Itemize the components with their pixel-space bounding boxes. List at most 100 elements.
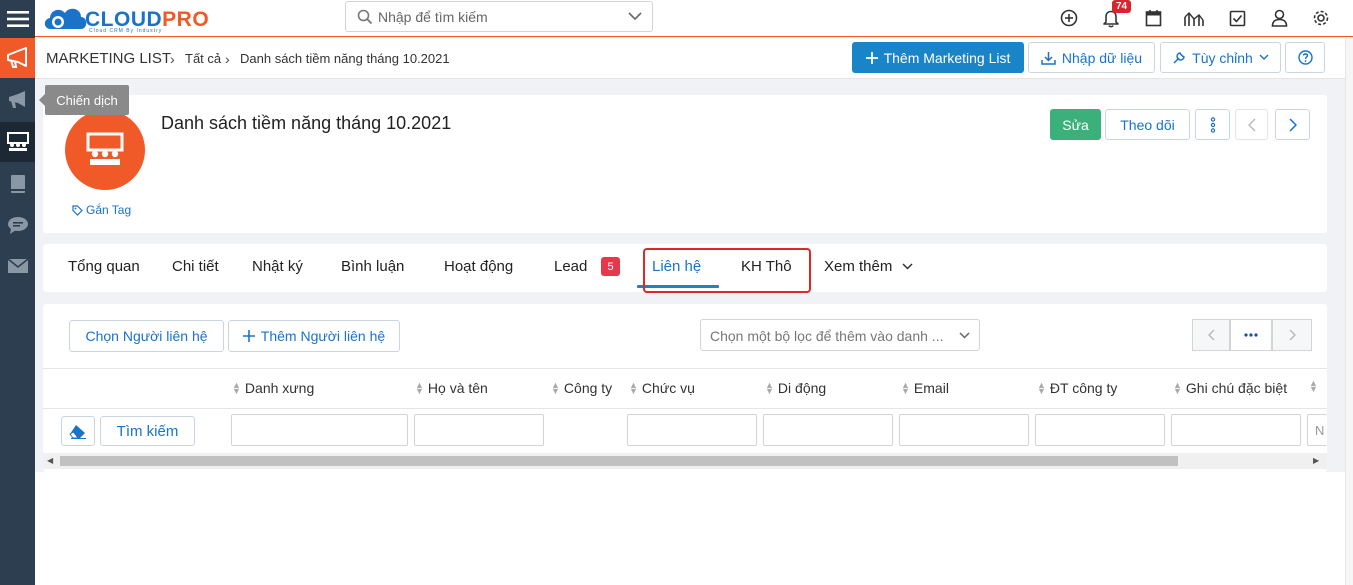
sort-icon: ▲ ▼ — [232, 380, 241, 396]
tab-lead[interactable]: Lead — [554, 258, 587, 275]
search-icon — [357, 9, 373, 25]
column-header-email[interactable]: ▲ ▼ Email — [901, 380, 949, 396]
group-icon — [86, 132, 124, 165]
more-vertical-icon — [1210, 116, 1215, 133]
sidebar-item-marketing[interactable] — [0, 38, 35, 78]
hamburger-menu-icon[interactable] — [0, 0, 35, 38]
sidebar-item-knowledge[interactable] — [0, 164, 35, 204]
download-icon — [1041, 51, 1056, 65]
tab-detail[interactable]: Chi tiết — [172, 258, 219, 275]
sort-icon: ▲ ▼ — [901, 380, 910, 396]
plus-icon — [242, 330, 255, 342]
help-icon — [1297, 50, 1313, 65]
horizontal-scrollbar[interactable]: ◀ ▶ — [43, 453, 1327, 469]
left-sidebar — [0, 0, 35, 585]
search-input[interactable] — [378, 7, 618, 27]
tab-activity[interactable]: Hoạt động — [444, 258, 513, 275]
previous-record-button[interactable] — [1235, 109, 1268, 140]
sidebar-item-mail[interactable] — [0, 246, 35, 286]
add-marketing-list-button[interactable]: Thêm Marketing List — [852, 42, 1024, 73]
sidebar-item-chat[interactable] — [0, 205, 35, 245]
column-header-position[interactable]: ▲ ▼ Chức vụ — [629, 380, 695, 396]
follow-button[interactable]: Theo dõi — [1105, 109, 1190, 140]
column-header-truncated[interactable]: ▲ ▼ — [1309, 378, 1318, 394]
tab-log[interactable]: Nhật ký — [252, 258, 303, 275]
chevron-down-icon — [1259, 54, 1269, 60]
edit-button[interactable]: Sửa — [1050, 109, 1101, 140]
filter-email-input[interactable] — [899, 414, 1029, 446]
logo-subtitle: Cloud CRM By Industry — [89, 28, 163, 34]
megaphone-icon — [6, 47, 27, 68]
sort-icon: ▲ ▼ — [765, 380, 774, 396]
column-header-mobile[interactable]: ▲ ▼ Di động — [765, 380, 826, 396]
breadcrumb-all[interactable]: Tất cả — [185, 51, 221, 66]
add-circle-icon[interactable] — [1058, 7, 1080, 29]
analytics-icon[interactable] — [1183, 7, 1205, 29]
cloudpro-logo[interactable]: CLOUDPRO Cloud CRM By Industry — [41, 3, 209, 35]
scroll-left-arrow-icon[interactable]: ◀ — [47, 456, 53, 465]
sort-icon: ▲ ▼ — [415, 380, 424, 396]
tab-overview[interactable]: Tổng quan — [68, 258, 140, 275]
page-scrollbar[interactable] — [1345, 38, 1353, 585]
column-header-company[interactable]: ▲ ▼ Công ty — [551, 380, 612, 396]
chevron-down-icon[interactable] — [628, 11, 642, 21]
global-search[interactable] — [345, 1, 653, 32]
column-header-company-phone[interactable]: ▲ ▼ ĐT công ty — [1037, 380, 1117, 396]
filter-truncated-input[interactable]: N — [1307, 414, 1327, 446]
task-check-icon[interactable] — [1226, 7, 1248, 29]
user-icon[interactable] — [1268, 7, 1290, 29]
column-header-fullname[interactable]: ▲ ▼ Họ và tên — [415, 380, 488, 396]
top-bar: CLOUDPRO Cloud CRM By Industry 74 — [35, 0, 1353, 37]
gear-icon[interactable] — [1310, 7, 1332, 29]
add-tag-link[interactable]: Gắn Tag — [72, 203, 131, 217]
filter-select[interactable]: Chọn một bộ lọc để thêm vào danh ... — [700, 319, 980, 351]
filter-position-input[interactable] — [627, 414, 757, 446]
content-background — [35, 472, 1345, 585]
book-icon — [10, 175, 25, 193]
breadcrumb-current: Danh sách tiềm năng tháng 10.2021 — [240, 51, 450, 66]
filter-fullname-input[interactable] — [414, 414, 544, 446]
chevron-left-icon — [1207, 329, 1215, 341]
wrench-icon — [1173, 51, 1185, 64]
record-header-card: Gắn Tag Danh sách tiềm năng tháng 10.202… — [43, 95, 1327, 233]
tab-more[interactable]: Xem thêm — [824, 258, 913, 275]
chevron-right-icon: › — [225, 51, 230, 67]
add-contact-button[interactable]: Thêm Người liên hệ — [228, 320, 400, 352]
more-actions-button[interactable] — [1195, 109, 1230, 140]
select-contact-button[interactable]: Chọn Người liên hệ — [69, 320, 224, 352]
search-button[interactable]: Tìm kiếm — [100, 416, 195, 446]
next-record-button[interactable] — [1275, 109, 1310, 140]
calendar-icon[interactable] — [1142, 7, 1164, 29]
breadcrumb-module[interactable]: MARKETING LIST — [46, 50, 171, 67]
tab-comment[interactable]: Bình luận — [341, 258, 404, 275]
previous-page-button[interactable] — [1192, 319, 1230, 351]
help-button[interactable] — [1285, 42, 1325, 73]
filter-salutation-input[interactable] — [231, 414, 408, 446]
lead-count-badge: 5 — [601, 257, 620, 276]
sidebar-item-campaign[interactable] — [0, 80, 35, 120]
chevron-right-icon — [1288, 329, 1296, 341]
notification-badge: 74 — [1112, 0, 1132, 13]
mail-icon — [7, 258, 28, 273]
group-icon — [6, 132, 29, 151]
eraser-icon — [69, 424, 86, 439]
sidebar-item-marketing-list[interactable] — [0, 122, 35, 162]
import-data-button[interactable]: Nhập dữ liệu — [1028, 42, 1155, 73]
customize-button[interactable]: Tùy chỉnh — [1160, 42, 1281, 73]
cloud-logo-icon — [44, 8, 87, 29]
tag-icon — [72, 204, 83, 216]
column-header-salutation[interactable]: ▲ ▼ Danh xưng — [232, 380, 314, 396]
column-header-special-note[interactable]: ▲ ▼ Ghi chú đặc biệt — [1173, 380, 1287, 396]
filter-special-note-input[interactable] — [1171, 414, 1301, 446]
filter-company-phone-input[interactable] — [1035, 414, 1165, 446]
sort-icon: ▲ ▼ — [1037, 380, 1046, 396]
divider — [43, 408, 1327, 409]
scrollbar-thumb[interactable] — [60, 456, 1178, 466]
filter-mobile-input[interactable] — [763, 414, 893, 446]
sort-icon: ▲ ▼ — [1309, 378, 1318, 394]
next-page-button[interactable] — [1272, 319, 1312, 351]
clear-filter-button[interactable] — [61, 416, 95, 446]
page-more-button[interactable] — [1230, 319, 1272, 351]
breadcrumb: MARKETING LIST › Tất cả › Danh sách tiềm… — [35, 38, 1353, 79]
scroll-right-arrow-icon[interactable]: ▶ — [1313, 456, 1319, 465]
